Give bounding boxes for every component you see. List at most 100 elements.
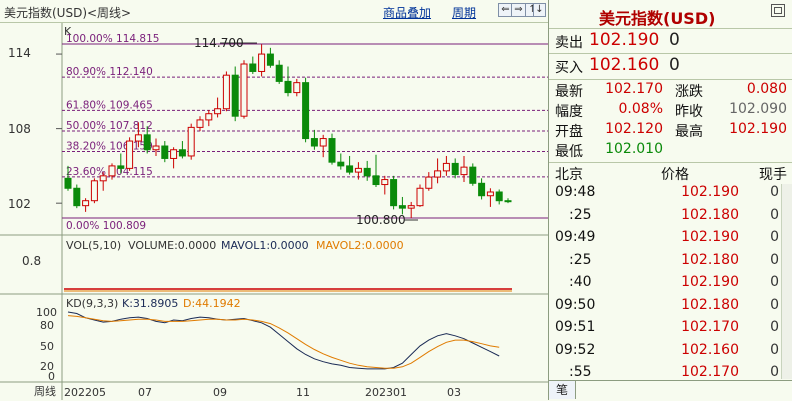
open-value: 102.120: [605, 121, 663, 137]
tick-volume: 0: [770, 229, 779, 245]
change-label: 涨跌: [675, 84, 703, 100]
x-tick: 03: [447, 386, 461, 399]
candle-up: [187, 126, 195, 157]
period-menu[interactable]: 周期: [452, 4, 476, 21]
candle-down: [504, 200, 512, 203]
vol-legend: VOL(5,10): [66, 239, 121, 252]
candle-down: [363, 167, 371, 177]
candle-down: [73, 187, 81, 207]
tick-price: 102.190: [681, 274, 739, 290]
tick-volume: 0: [770, 206, 779, 223]
stats-row-3: 开盘 102.120 最高 102.190: [549, 121, 792, 143]
tick-time: 09:48: [555, 184, 596, 200]
range-value: 0.08%: [618, 101, 663, 117]
overlay-menu[interactable]: 商品叠加: [383, 4, 431, 21]
candle-up: [99, 175, 107, 182]
tick-price: 102.160: [681, 341, 739, 358]
tick-tabs: 笔: [549, 380, 792, 401]
tick-price: 102.190: [681, 229, 739, 245]
restore-icon[interactable]: [771, 4, 785, 17]
candle-up: [108, 165, 116, 177]
price-tick: 108: [8, 122, 31, 136]
candle-down: [178, 149, 186, 157]
tab-trades[interactable]: 笔: [549, 381, 576, 399]
candle-up: [170, 149, 178, 159]
tick-volume: 0: [770, 274, 779, 290]
candle-up: [196, 119, 204, 128]
ticks-header-volume: 现手: [759, 167, 787, 183]
down-arrow-icon[interactable]: ↓: [533, 3, 546, 17]
volume-legend: VOLUME:0.0000: [128, 239, 216, 252]
high-value: 102.190: [729, 121, 787, 137]
buy-price: 102.160: [589, 55, 660, 75]
tick-price: 102.180: [681, 206, 739, 223]
x-tick: 09: [213, 386, 227, 399]
candle-down: [495, 191, 503, 202]
tick-price: 102.180: [681, 251, 739, 268]
candle-down: [231, 74, 239, 117]
fib-label: 0.00% 100.809: [66, 220, 146, 232]
candle-up: [407, 205, 415, 209]
candle-up: [134, 134, 142, 142]
range-label: 幅度: [555, 104, 583, 120]
tick-time: 09:52: [555, 341, 596, 358]
quote-header: 美元指数(USD): [549, 0, 792, 28]
tick-scrollbar[interactable]: [781, 184, 792, 379]
sell-row: 卖出 102.190 0: [549, 30, 792, 52]
candle-down: [451, 162, 459, 176]
low-marker-label: 100.800: [356, 213, 406, 227]
candle-down: [372, 175, 380, 186]
candle-up: [416, 187, 424, 207]
candle-up: [425, 176, 433, 189]
tick-row: :25 102.180 0: [549, 207, 792, 229]
quote-title: 美元指数(USD): [599, 9, 716, 28]
tick-row: :40 102.190 0: [549, 274, 792, 296]
tick-row: :25 102.180 0: [549, 252, 792, 274]
tick-price: 102.170: [681, 319, 739, 335]
candle-up: [152, 145, 160, 151]
chart-title: 美元指数(USD)<周线>: [4, 6, 132, 20]
stats-row-1: 最新 102.170 涨跌 0.080: [549, 81, 792, 103]
latest-value: 102.170: [605, 81, 663, 97]
candle-down: [64, 177, 72, 189]
fib-label: 50.00% 107.812: [66, 120, 153, 132]
fib-label: 80.90% 112.140: [66, 66, 153, 78]
price-tick: 102: [8, 197, 31, 211]
candle-down: [346, 165, 354, 173]
tick-volume: 0: [770, 296, 779, 313]
kd-tick: 0: [48, 370, 55, 383]
candle-down: [161, 145, 169, 159]
fib-label: 61.80% 109.465: [66, 99, 153, 111]
weekly-kline-chart[interactable]: K 114 108 102 100.00% 114.81580.90% 112.…: [0, 23, 548, 400]
candle-down: [275, 64, 283, 82]
candle-up: [442, 162, 450, 172]
candle-down: [469, 166, 477, 184]
next-arrow-icon[interactable]: ⇒: [511, 3, 526, 17]
fib-label: 100.00% 114.815: [66, 33, 159, 45]
candle-down: [143, 134, 151, 151]
candle-down: [302, 82, 310, 140]
tick-volume: 0: [770, 364, 779, 380]
candle-down: [117, 165, 125, 169]
vol-tick: 0.8: [22, 254, 41, 268]
sell-price: 102.190: [589, 30, 660, 50]
sell-label: 卖出: [555, 35, 583, 51]
ticks-header-price: 价格: [661, 167, 689, 183]
tick-row: 09:49 102.190 0: [549, 229, 792, 251]
tick-volume: 0: [770, 319, 779, 335]
tick-volume: 0: [770, 251, 779, 268]
candle-up: [126, 140, 134, 169]
candle-up: [240, 63, 248, 117]
fib-label: 38.20% 106.159: [66, 140, 153, 152]
sell-volume: 0: [669, 30, 680, 50]
candle-down: [478, 182, 486, 197]
candle-up: [82, 200, 90, 207]
candle-up: [354, 167, 362, 173]
high-marker-label: 114.700: [194, 36, 244, 50]
tick-time: :25: [569, 206, 592, 223]
tick-price: 102.190: [681, 184, 739, 200]
kd-tick: 50: [40, 340, 54, 353]
high-label: 最高: [675, 124, 703, 140]
chart-toolbar: 美元指数(USD)<周线> 商品叠加 周期 ⇐ ⇒ ↑ ↓: [0, 0, 548, 23]
x-tick: 202205: [64, 386, 106, 399]
